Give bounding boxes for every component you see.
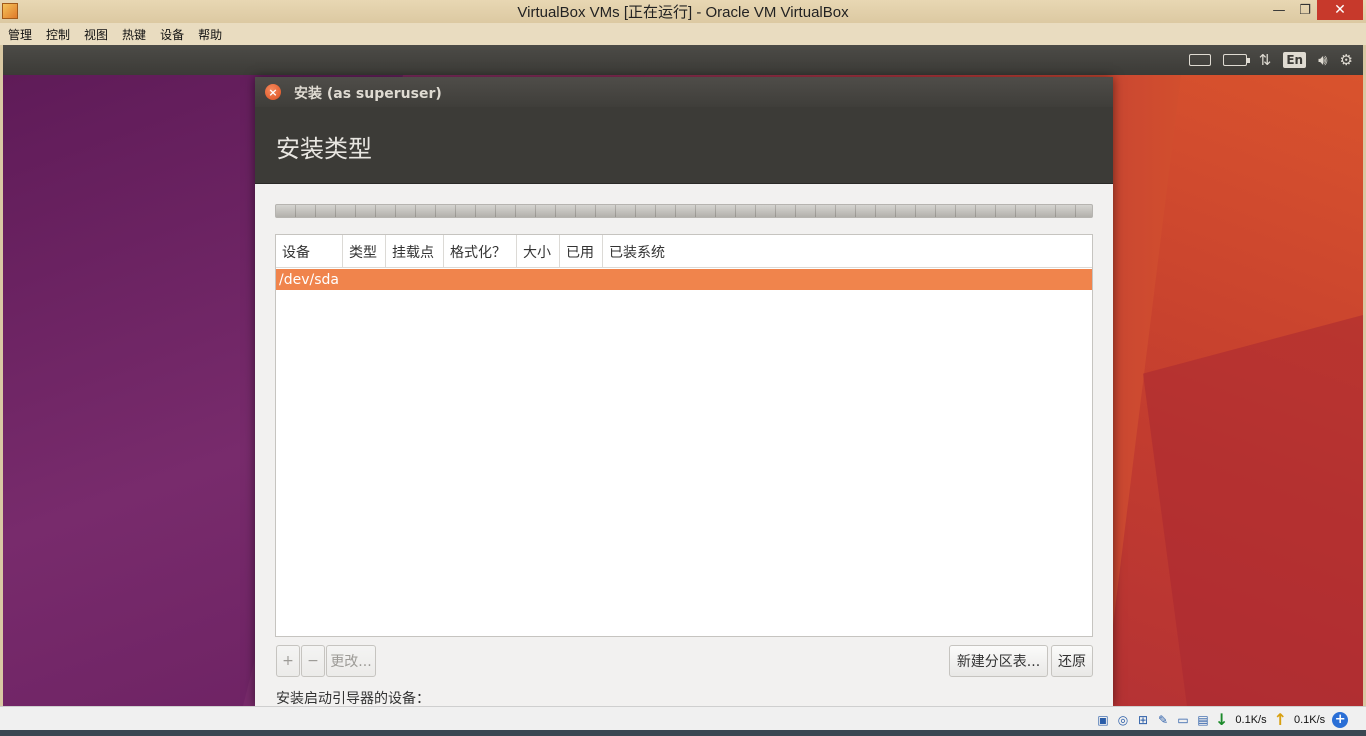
network-adapter-icon[interactable]: ⊞ [1135,712,1151,728]
keyboard-icon[interactable] [1188,50,1211,70]
revert-button[interactable]: 还原 [1051,645,1093,677]
partition-table[interactable]: 设备 类型 挂载点 格式化？ 大小 已用 已装系统 /dev/sda [275,234,1093,637]
menu-help[interactable]: 帮助 [198,26,222,43]
optical-drive-icon[interactable]: ◎ [1115,712,1131,728]
maximize-button[interactable]: ❐ [1294,0,1316,20]
windows-taskbar [0,730,1366,736]
host-key-icon[interactable]: + [1332,711,1349,728]
menu-manage[interactable]: 管理 [8,26,32,43]
minimize-button[interactable]: — [1268,0,1290,20]
upload-arrow-icon: ↑ [1273,710,1287,729]
host-menu-bar: 管理 控制 视图 热键 设备 帮助 [0,23,1366,45]
virtualbox-app-icon [2,3,18,19]
column-mount-point[interactable]: 挂载点 [386,235,444,268]
hard-disk-icon[interactable]: ▣ [1095,712,1111,728]
host-window-title: VirtualBox VMs [正在运行] - Oracle VM Virtua… [517,4,849,21]
dialog-title: 安装 (as superuser) [294,86,442,102]
settings-gear-icon[interactable]: ⚙ [1340,50,1353,70]
battery-icon[interactable] [1222,50,1250,70]
device-cell: /dev/sda [279,271,339,288]
dialog-close-icon[interactable]: × [265,84,281,100]
host-title-bar: VirtualBox VMs [正在运行] - Oracle VM Virtua… [0,0,1366,23]
close-button[interactable]: ✕ [1317,0,1363,20]
table-row[interactable]: /dev/sda [276,269,1092,290]
ubuntu-top-panel: ⇅ En 🔊︎ ⚙ [3,45,1363,75]
column-device[interactable]: 设备 [276,235,343,268]
host-status-bar: ▣ ◎ ⊞ ✎ ▭ ▤ ↓ 0.1K/s ↑ 0.1K/s + [0,706,1366,730]
column-size[interactable]: 大小 [517,235,560,268]
language-indicator[interactable]: En [1283,50,1307,70]
download-arrow-icon: ↓ [1215,710,1229,729]
dialog-header: 安装类型 [255,107,1113,184]
shared-folder-icon[interactable]: ▭ [1175,712,1191,728]
partition-bar [275,204,1093,218]
remove-partition-button[interactable]: − [301,645,325,677]
menu-devices[interactable]: 设备 [160,26,184,43]
column-type[interactable]: 类型 [343,235,386,268]
installer-dialog: × 安装 (as superuser) 安装类型 设备 类型 挂载点 格式化？ … [255,77,1113,706]
menu-control[interactable]: 控制 [46,26,70,43]
change-partition-button[interactable]: 更改... [326,645,376,677]
download-speed: 0.1K/s [1235,713,1267,726]
column-used[interactable]: 已用 [560,235,603,268]
menu-view[interactable]: 视图 [84,26,108,43]
add-partition-button[interactable]: + [276,645,300,677]
upload-speed: 0.1K/s [1294,713,1326,726]
boot-loader-label: 安装启动引导器的设备： [276,691,430,706]
dialog-title-bar: × 安装 (as superuser) [255,77,1113,107]
page-title: 安装类型 [276,135,372,163]
usb-icon[interactable]: ✎ [1155,712,1171,728]
column-installed-system[interactable]: 已装系统 [603,235,1092,268]
vm-screen[interactable]: ⇅ En 🔊︎ ⚙ × 安装 (as superuser) 安装类型 设备 类型… [3,45,1363,706]
menu-hotkeys[interactable]: 热键 [122,26,146,43]
display-icon[interactable]: ▤ [1195,712,1211,728]
network-arrows-icon[interactable]: ⇅ [1259,50,1272,70]
volume-icon[interactable]: 🔊︎ [1318,50,1327,70]
new-partition-table-button[interactable]: 新建分区表... [949,645,1048,677]
table-header: 设备 类型 挂载点 格式化？ 大小 已用 已装系统 [276,235,1092,268]
column-format[interactable]: 格式化？ [444,235,517,268]
